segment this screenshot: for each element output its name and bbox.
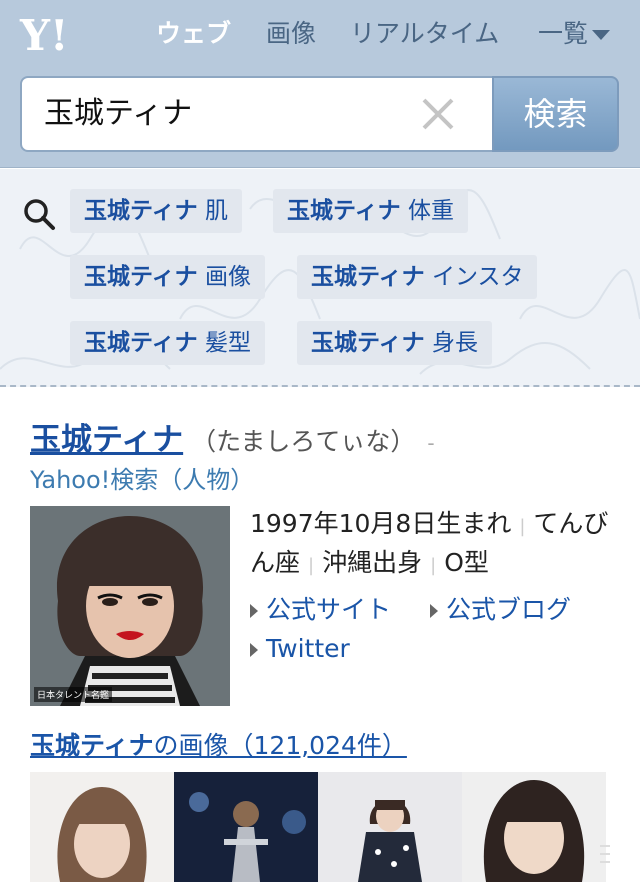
image-thumbnail[interactable] [318, 772, 462, 882]
tab-list-label: 一覧 [538, 19, 589, 48]
suggestion-name: 玉城ティナ [311, 264, 425, 290]
suggestion-chip[interactable]: 玉城ティナ 体重 [273, 189, 468, 233]
separator: | [519, 516, 526, 537]
images-count-link[interactable]: 玉城ティナの画像（121,024件） [30, 726, 407, 762]
suggestion-chip[interactable]: 玉城ティナ インスタ [297, 255, 538, 299]
thumbnail-graphic [174, 772, 318, 882]
thumbnail-graphic [462, 772, 606, 882]
tab-realtime[interactable]: リアルタイム [350, 14, 499, 54]
portrait-illustration [30, 506, 230, 706]
thumbnail-graphic [318, 772, 462, 882]
images-link-name: 玉城ティナ [30, 731, 154, 760]
profile-info: 1997年10月8日生まれ | てんびん座 | 沖縄出身 | O型 [250, 506, 620, 584]
suggestion-name: 玉城ティナ [84, 264, 198, 290]
suggestion-name: 玉城ティナ [84, 330, 198, 356]
profile-birth: 1997年10月8日生まれ [250, 509, 512, 538]
thumbnail-graphic [30, 772, 174, 882]
suggestion-chip[interactable]: 玉城ティナ 肌 [70, 189, 242, 233]
close-icon[interactable] [420, 96, 456, 132]
search-icon [24, 199, 55, 230]
suggestion-chip[interactable]: 玉城ティナ 身長 [297, 321, 492, 365]
image-thumbnails [30, 772, 610, 882]
profile-blood-type: O型 [444, 548, 489, 577]
suggestion-keyword: 肌 [204, 198, 228, 224]
twitter-link[interactable]: Twitter [250, 634, 350, 663]
profile-birthplace: 沖縄出身 [322, 548, 423, 577]
image-thumbnail[interactable] [174, 772, 318, 882]
arrow-right-icon [250, 643, 258, 657]
related-searches: 玉城ティナ 肌 玉城ティナ 体重 玉城ティナ 画像 玉城ティナ インスタ 玉城テ… [0, 169, 640, 387]
portrait-image[interactable]: 日本タレント名鑑 [30, 506, 230, 706]
image-thumbnail[interactable] [462, 772, 606, 882]
official-site-link[interactable]: 公式サイト [250, 590, 391, 626]
search-button[interactable]: 検索 [492, 76, 619, 152]
image-thumbnail[interactable] [30, 772, 174, 882]
suggestion-chip[interactable]: 玉城ティナ 髪型 [70, 321, 265, 365]
chevron-down-icon [592, 30, 611, 40]
separator: | [430, 555, 437, 576]
tab-list-menu[interactable]: 一覧 [538, 14, 611, 54]
suggestion-keyword: 画像 [204, 264, 251, 290]
suggestion-chip[interactable]: 玉城ティナ 画像 [70, 255, 265, 299]
result-reading: （たましろてぃな） [191, 427, 416, 456]
tab-images[interactable]: 画像 [266, 14, 316, 54]
header-bar: Y! ウェブ 画像 リアルタイム 一覧 玉城ティナ 検索 [0, 0, 640, 168]
link-label: 公式サイト [266, 595, 392, 624]
suggestion-name: 玉城ティナ [287, 198, 401, 224]
arrow-right-icon [430, 604, 438, 618]
official-blog-link[interactable]: 公式ブログ [430, 590, 571, 626]
suggestion-name: 玉城ティナ [84, 198, 198, 224]
result-source: Yahoo!検索（人物） [30, 466, 255, 494]
scroll-indicator [600, 845, 610, 863]
suggestion-keyword: 髪型 [204, 330, 251, 356]
suggestion-keyword: 身長 [431, 330, 478, 356]
arrow-right-icon [250, 604, 258, 618]
result-title-link[interactable]: 玉城ティナ [30, 422, 183, 458]
suggestion-keyword: インスタ [431, 264, 524, 290]
link-label: 公式ブログ [446, 595, 572, 624]
search-input[interactable]: 玉城ティナ [20, 76, 494, 152]
tab-web[interactable]: ウェブ [156, 14, 231, 54]
result-dash: - [427, 431, 435, 455]
suggestion-keyword: 体重 [407, 198, 454, 224]
nav-tabs: ウェブ 画像 リアルタイム 一覧 [0, 14, 640, 54]
portrait-credit: 日本タレント名鑑 [34, 687, 113, 702]
suggestion-name: 玉城ティナ [311, 330, 425, 356]
separator: | [308, 555, 315, 576]
images-link-count: の画像（121,024件） [153, 731, 407, 760]
search-query-text: 玉城ティナ [44, 96, 193, 131]
link-label: Twitter [266, 634, 350, 663]
result-heading: 玉城ティナ （たましろてぃな） - [30, 414, 435, 458]
